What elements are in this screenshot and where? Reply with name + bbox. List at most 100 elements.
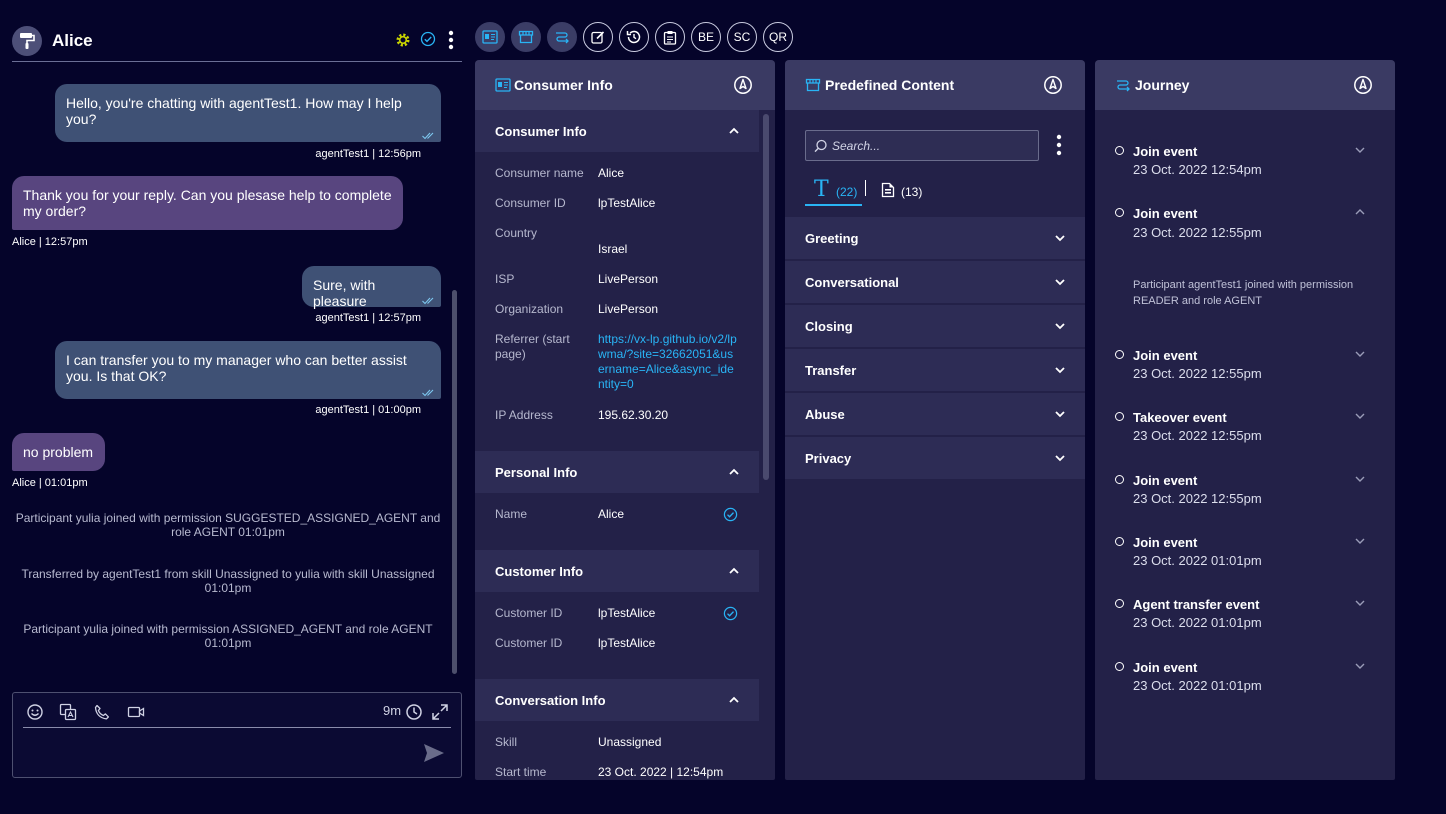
chevron-down-icon[interactable]: [1354, 410, 1366, 422]
timeline-dot: [1115, 662, 1124, 671]
send-icon[interactable]: [423, 743, 445, 763]
gear-icon[interactable]: [394, 31, 412, 49]
consumer-info-icon: [482, 30, 498, 44]
predefined-content-icon: [805, 78, 821, 92]
consumer-info-panel: Consumer Info Consumer Info Consumer nam…: [475, 60, 775, 780]
predefined-content-icon: [518, 30, 534, 44]
section-personal-info[interactable]: Personal Info: [475, 451, 759, 493]
search-input[interactable]: Search...: [805, 130, 1039, 161]
field-label: Country: [495, 226, 538, 240]
conversation-timer: 9m: [383, 703, 402, 718]
history-widget-button[interactable]: [619, 22, 649, 52]
chevron-down-icon[interactable]: [1354, 535, 1366, 547]
journey-panel: Journey Join event 23 Oct. 2022 12:54pm …: [1095, 60, 1395, 780]
section-customer-info[interactable]: Customer Info: [475, 550, 759, 592]
message-meta: agentTest1 | 12:57pm: [315, 312, 421, 324]
field-label: Referrer (start page): [495, 332, 570, 361]
message-meta: Alice | 01:01pm: [12, 477, 88, 489]
kebab-icon[interactable]: [446, 30, 456, 50]
qr-widget-button[interactable]: QR: [763, 22, 793, 52]
chevron-down-icon[interactable]: [1354, 144, 1366, 156]
consumer-message: Thank you for your reply. Can you plesas…: [12, 176, 403, 230]
chevron-down-icon[interactable]: [1354, 348, 1366, 360]
system-message: Participant yulia joined with permission…: [23, 622, 433, 650]
timeline-dot: [1115, 537, 1124, 546]
message-composer[interactable]: 9m: [12, 692, 462, 778]
predefined-content-widget-button[interactable]: [511, 22, 541, 52]
chevron-down-icon: [1055, 455, 1065, 462]
compass-icon[interactable]: [1353, 75, 1373, 95]
chevron-up-icon: [729, 468, 739, 475]
journey-widget-button[interactable]: [547, 22, 577, 52]
compass-icon[interactable]: [1043, 75, 1063, 95]
clock-icon[interactable]: [405, 703, 423, 721]
check-circle-icon: [420, 31, 436, 47]
edit-icon: [591, 31, 605, 44]
category-transfer[interactable]: Transfer: [785, 349, 1085, 391]
field-label: Start time: [495, 765, 547, 779]
event-detail: Participant agentTest1 joined with permi…: [1133, 279, 1354, 307]
composer-toolbar: 9m: [13, 693, 461, 729]
kebab-icon[interactable]: [1055, 134, 1063, 156]
double-check-icon: [422, 389, 434, 397]
field-value: 23 Oct. 2022 | 12:54pm: [598, 765, 724, 779]
tab-text-content[interactable]: T (22): [805, 176, 862, 206]
avatar[interactable]: [12, 26, 42, 56]
message-list[interactable]: Hello, you're chatting with agentTest1. …: [0, 62, 450, 682]
timeline-dot: [1115, 350, 1124, 359]
translate-icon[interactable]: [59, 703, 77, 721]
field-value: Alice: [598, 507, 625, 521]
field-value: LivePerson: [598, 272, 659, 286]
history-icon: [626, 30, 641, 44]
summary-widget-button[interactable]: [655, 22, 685, 52]
category-abuse[interactable]: Abuse: [785, 393, 1085, 435]
field-label: Organization: [495, 302, 564, 316]
field-label: Skill: [495, 735, 518, 749]
double-check-icon: [422, 132, 434, 140]
category-greeting[interactable]: Greeting: [785, 217, 1085, 259]
referrer-link[interactable]: https://vx-lp.github.io/v2/lpwma/?site=3…: [598, 332, 738, 392]
chevron-down-icon[interactable]: [1354, 473, 1366, 485]
chevron-down-icon[interactable]: [1354, 660, 1366, 672]
system-message: Transferred by agentTest1 from skill Una…: [21, 567, 435, 595]
chevron-down-icon[interactable]: [1354, 597, 1366, 609]
panel-title: Consumer Info: [514, 77, 613, 93]
document-icon[interactable]: [881, 182, 895, 198]
chevron-down-icon: [1055, 323, 1065, 330]
search-icon: [814, 139, 827, 153]
tab-count: (13): [901, 185, 923, 199]
emoji-icon[interactable]: [26, 703, 44, 721]
timeline-dot: [1115, 412, 1124, 421]
consumer-info-scrollbar[interactable]: [763, 114, 769, 480]
chat-panel: Alice Hello, you're chatting with agentT…: [0, 0, 470, 814]
expand-icon[interactable]: [431, 703, 449, 721]
sc-widget-button[interactable]: SC: [727, 22, 757, 52]
chat-scrollbar[interactable]: [452, 290, 457, 674]
consumer-info-widget-button[interactable]: [475, 22, 505, 52]
category-closing[interactable]: Closing: [785, 305, 1085, 347]
be-widget-button[interactable]: BE: [691, 22, 721, 52]
category-conversational[interactable]: Conversational: [785, 261, 1085, 303]
phone-icon[interactable]: [93, 703, 111, 721]
consumer-info-icon: [495, 78, 511, 92]
section-consumer-info[interactable]: Consumer Info: [475, 110, 759, 152]
panel-title: Predefined Content: [825, 77, 955, 93]
journey-icon: [556, 32, 569, 44]
video-icon[interactable]: [127, 703, 145, 721]
category-privacy[interactable]: Privacy: [785, 437, 1085, 479]
text-tab-glyph: T: [814, 177, 829, 202]
field-value: Unassigned: [598, 735, 662, 749]
notes-widget-button[interactable]: [583, 22, 613, 52]
section-conversation-info[interactable]: Conversation Info: [475, 679, 759, 721]
compass-icon[interactable]: [733, 75, 753, 95]
timeline-dot: [1115, 599, 1124, 608]
field-label: IP Address: [495, 408, 553, 422]
chevron-up-icon[interactable]: [1354, 206, 1366, 218]
field-value: lpTestAlice: [598, 606, 656, 620]
paint-roller-icon: [20, 33, 35, 49]
message-meta: agentTest1 | 12:56pm: [315, 148, 421, 160]
timeline-dot: [1115, 475, 1124, 484]
message-meta: agentTest1 | 01:00pm: [315, 404, 421, 416]
search-placeholder: Search...: [832, 139, 881, 153]
tab-count: (22): [836, 185, 858, 199]
